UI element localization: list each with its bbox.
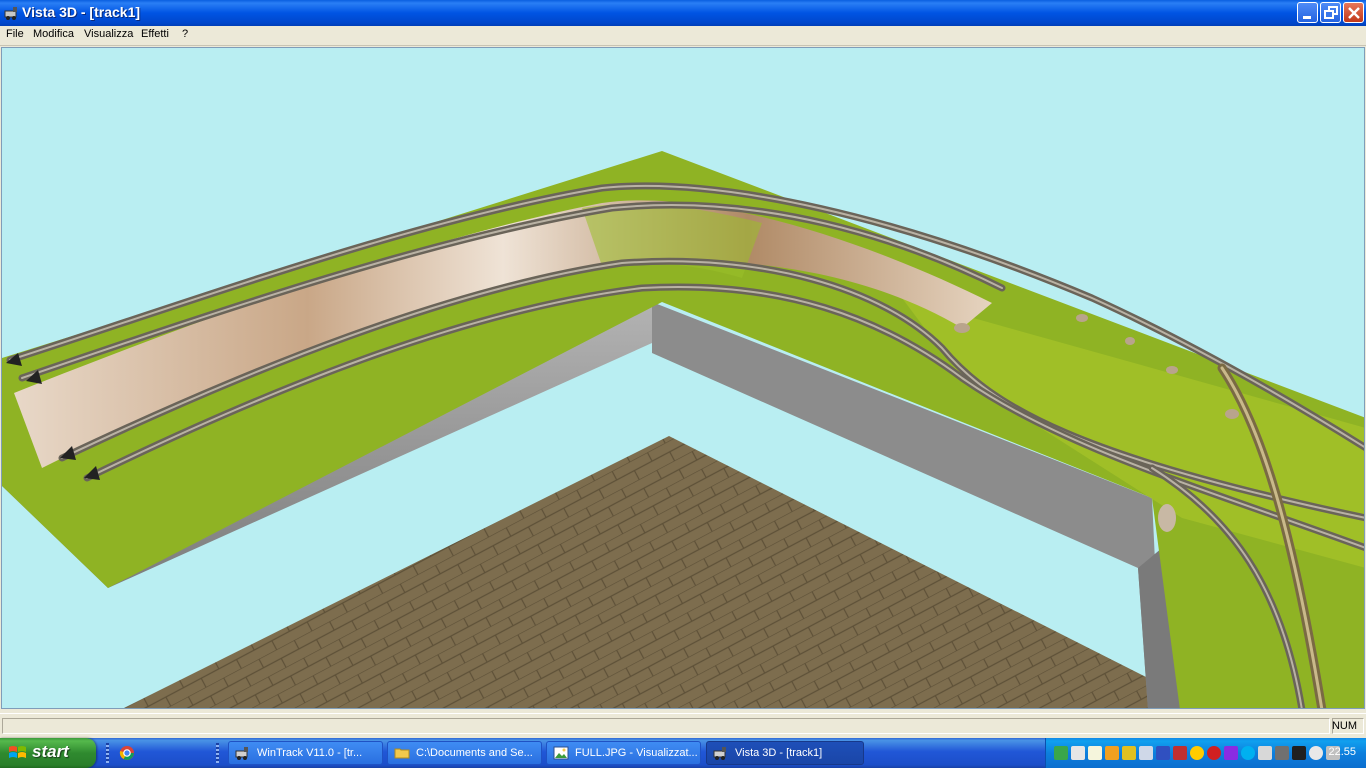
clock[interactable]: 22.55 bbox=[1328, 746, 1356, 758]
start-label: start bbox=[32, 742, 69, 761]
task-button-wintrack[interactable]: WinTrack V11.0 - [tr... bbox=[228, 741, 383, 765]
windows-logo-icon bbox=[9, 746, 26, 758]
task-label: FULL.JPG - Visualizzat... bbox=[575, 747, 697, 759]
task-label: WinTrack V11.0 - [tr... bbox=[257, 747, 363, 759]
speaker-icon[interactable] bbox=[1156, 746, 1170, 760]
tray-app-icon[interactable] bbox=[1105, 746, 1119, 760]
tray-app-icon[interactable] bbox=[1190, 746, 1204, 760]
minimize-button[interactable] bbox=[1297, 2, 1318, 23]
menu-visualizza[interactable]: Visualizza bbox=[84, 28, 133, 40]
tray-app-icon[interactable] bbox=[1309, 746, 1323, 760]
menu-effetti[interactable]: Effetti bbox=[141, 28, 169, 40]
tray-app-icon[interactable] bbox=[1071, 746, 1085, 760]
taskbar-grip[interactable] bbox=[216, 743, 219, 763]
minimize-icon bbox=[1303, 16, 1311, 19]
menu-help[interactable]: ? bbox=[182, 28, 188, 40]
search-icon[interactable] bbox=[1241, 746, 1255, 760]
num-lock-indicator: NUM bbox=[1331, 720, 1357, 732]
train-icon bbox=[713, 747, 726, 760]
window-title: Vista 3D - [track1] bbox=[22, 4, 141, 20]
network-icon[interactable] bbox=[1054, 746, 1068, 760]
menu-file[interactable]: File bbox=[6, 28, 24, 40]
network-activity-icon[interactable] bbox=[1173, 746, 1187, 760]
chrome-icon[interactable] bbox=[119, 745, 135, 761]
close-button[interactable] bbox=[1343, 2, 1364, 23]
bluetooth-icon[interactable] bbox=[1224, 746, 1238, 760]
restore-button[interactable] bbox=[1320, 2, 1341, 23]
task-button-image-viewer[interactable]: FULL.JPG - Visualizzat... bbox=[546, 741, 701, 765]
status-bar: NUM bbox=[0, 713, 1366, 738]
taskbar: start WinTrack V11.0 - [tr... C:\Documen… bbox=[0, 738, 1366, 768]
train-icon bbox=[235, 747, 248, 760]
restore-icon bbox=[1324, 6, 1338, 19]
folder-icon bbox=[394, 748, 410, 759]
task-button-vista-3d[interactable]: Vista 3D - [track1] bbox=[706, 741, 864, 765]
task-button-explorer[interactable]: C:\Documents and Se... bbox=[387, 741, 542, 765]
task-label: C:\Documents and Se... bbox=[416, 747, 533, 759]
menu-modifica[interactable]: Modifica bbox=[33, 28, 74, 40]
document-icon[interactable] bbox=[1088, 746, 1102, 760]
train-icon bbox=[4, 7, 17, 20]
3d-viewport[interactable] bbox=[1, 47, 1365, 709]
tray-app-icon[interactable] bbox=[1258, 746, 1272, 760]
system-tray: 22.55 bbox=[1045, 738, 1366, 768]
display-icon[interactable] bbox=[1139, 746, 1153, 760]
num-lock-pane: NUM bbox=[1332, 718, 1364, 734]
close-icon bbox=[1348, 7, 1360, 19]
track-layout-scene bbox=[2, 151, 1364, 708]
shield-icon[interactable] bbox=[1122, 746, 1136, 760]
image-viewer-icon bbox=[553, 746, 569, 760]
status-message-pane bbox=[2, 718, 1330, 734]
tray-app-icon[interactable] bbox=[1207, 746, 1221, 760]
monitor-icon[interactable] bbox=[1275, 746, 1289, 760]
quicklaunch-grip[interactable] bbox=[106, 743, 109, 763]
title-bar[interactable]: Vista 3D - [track1] bbox=[0, 0, 1366, 26]
menu-bar: File Modifica Visualizza Effetti ? bbox=[0, 26, 1366, 46]
start-button[interactable]: start bbox=[0, 738, 96, 768]
task-label: Vista 3D - [track1] bbox=[735, 747, 823, 759]
tray-app-icon[interactable] bbox=[1292, 746, 1306, 760]
